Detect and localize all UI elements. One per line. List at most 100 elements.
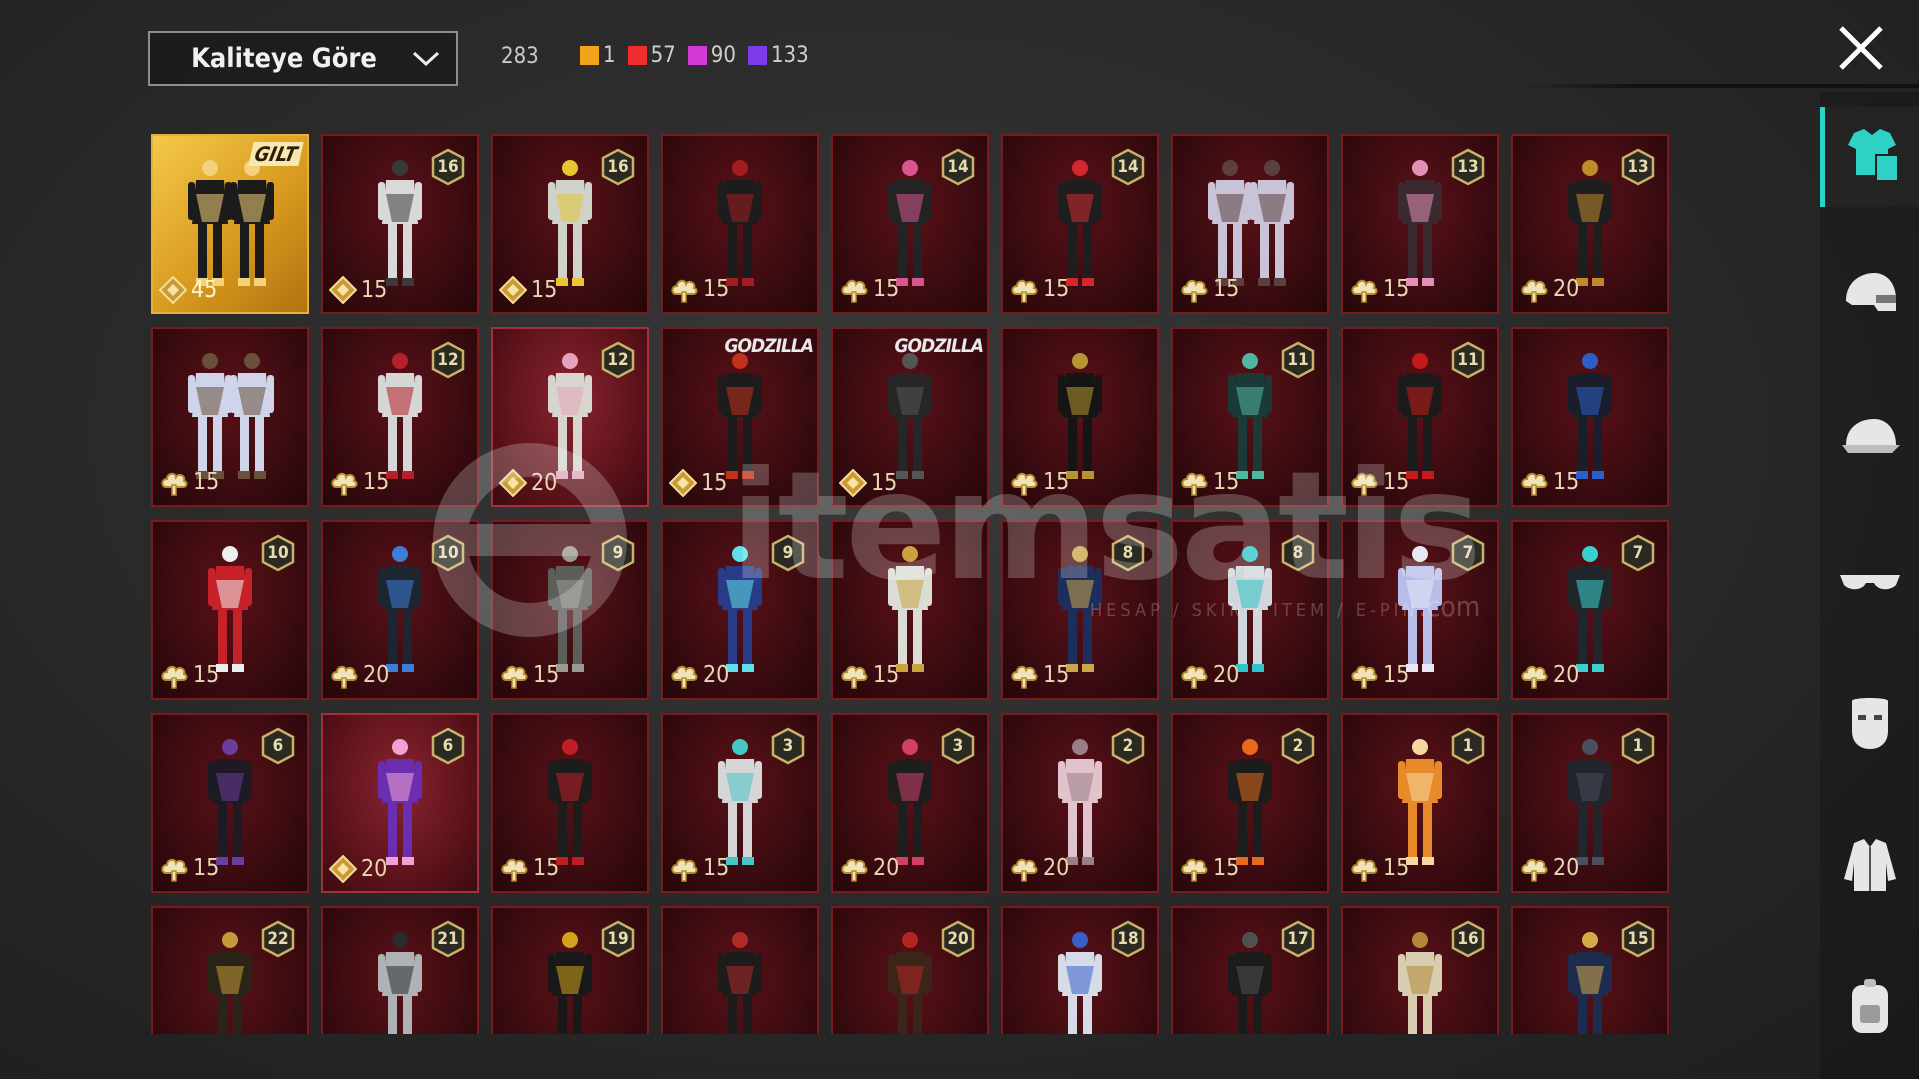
outfit-item-card[interactable]: 10 20: [321, 520, 479, 700]
outfit-item-card[interactable]: 15: [1511, 327, 1669, 507]
outfit-figure: [718, 353, 762, 479]
price: 15: [1179, 467, 1239, 497]
price: 15: [159, 660, 219, 690]
outfit-item-card[interactable]: 11 15: [1341, 327, 1499, 507]
category-tab-cap[interactable]: [1820, 391, 1919, 491]
outfit-item-card[interactable]: 12 20: [491, 327, 649, 507]
price-value: 15: [1043, 276, 1070, 302]
price: 20: [329, 855, 387, 883]
outfit-item-card[interactable]: 18: [1001, 906, 1159, 1034]
uc-cloud-icon: [331, 472, 358, 496]
item-grid: GILT 45 16 15 16 15 15 14 15 14 15 15 13…: [151, 134, 1671, 1034]
category-tab-outfit[interactable]: [1820, 107, 1919, 207]
sort-dropdown[interactable]: Kaliteye Göre: [148, 31, 458, 86]
outfit-item-card[interactable]: 1 20: [1511, 713, 1669, 893]
outfit-figure: [188, 160, 274, 286]
outfit-item-card[interactable]: 7 20: [1511, 520, 1669, 700]
price: 15: [839, 274, 899, 304]
uc-cloud-icon: [501, 665, 528, 689]
outfit-item-card[interactable]: 16: [1341, 906, 1499, 1034]
outfit-item-card[interactable]: 20: [831, 906, 989, 1034]
ag-coin-icon: [329, 276, 357, 304]
outfit-item-card[interactable]: 9 15: [491, 520, 649, 700]
outfit-item-card[interactable]: 15: [1511, 906, 1669, 1034]
category-tab-mask[interactable]: [1820, 675, 1919, 775]
outfit-item-card[interactable]: GODZILLA 15: [661, 327, 819, 507]
close-icon: [1839, 26, 1883, 70]
category-tab-backpack[interactable]: [1820, 959, 1919, 1059]
outfit-item-card[interactable]: 11 15: [1171, 327, 1329, 507]
uc-cloud-icon: [1351, 472, 1378, 496]
collab-label: GODZILLA: [894, 335, 984, 357]
price-value: 20: [361, 856, 388, 882]
outfit-item-card[interactable]: 15: [661, 134, 819, 314]
outfit-item-card[interactable]: 2 15: [1171, 713, 1329, 893]
outfit-item-card[interactable]: 15: [151, 327, 309, 507]
price: 15: [499, 276, 557, 304]
level-value: 9: [782, 543, 794, 563]
uc-cloud-icon: [1181, 858, 1208, 882]
outfit-item-card[interactable]: 17: [1171, 906, 1329, 1034]
uc-cloud-icon: [1521, 279, 1548, 303]
price: 15: [1009, 274, 1069, 304]
outfit-item-card[interactable]: 2 20: [1001, 713, 1159, 893]
uc-cloud-icon: [1181, 472, 1208, 496]
outfit-item-card[interactable]: 6 20: [321, 713, 479, 893]
outfit-item-card[interactable]: 6 15: [151, 713, 309, 893]
price-value: 15: [873, 662, 900, 688]
outfit-item-card[interactable]: GODZILLA 15: [831, 327, 989, 507]
close-button[interactable]: [1835, 22, 1887, 74]
outfit-item-card[interactable]: 22: [151, 906, 309, 1034]
price: 15: [1009, 660, 1069, 690]
outfit-item-card[interactable]: 3 20: [831, 713, 989, 893]
ag-coin-icon: [839, 469, 867, 497]
price-value: 20: [1553, 662, 1580, 688]
outfit-item-card[interactable]: 13 15: [1341, 134, 1499, 314]
outfit-figure: [548, 739, 592, 865]
outfit-item-card[interactable]: 1 15: [1341, 713, 1499, 893]
price-value: 20: [1043, 855, 1070, 881]
outfit-item-card[interactable]: 8 20: [1171, 520, 1329, 700]
outfit-item-card[interactable]: 12 15: [321, 327, 479, 507]
category-tab-glasses[interactable]: [1820, 533, 1919, 633]
outfit-item-card[interactable]: 9 20: [661, 520, 819, 700]
outfit-item-card[interactable]: 15: [491, 713, 649, 893]
category-tab-helmet[interactable]: [1820, 249, 1919, 349]
price: 20: [669, 660, 729, 690]
cap-icon: [1838, 407, 1902, 475]
glasses-icon: [1838, 549, 1902, 617]
outfit-item-card[interactable]: 8 15: [1001, 520, 1159, 700]
uc-cloud-icon: [1521, 472, 1548, 496]
outfit-item-card[interactable]: GILT 45: [151, 134, 309, 314]
outfit-item-card[interactable]: 13 20: [1511, 134, 1669, 314]
level-value: 2: [1292, 736, 1304, 756]
outfit-item-card[interactable]: 15: [1171, 134, 1329, 314]
outfit-item-card[interactable]: 15: [1001, 327, 1159, 507]
price: 15: [499, 660, 559, 690]
price: 20: [1009, 853, 1069, 883]
price: 15: [1009, 467, 1069, 497]
outfit-item-card[interactable]: 10 15: [151, 520, 309, 700]
ag-coin-icon: [329, 855, 357, 883]
price-value: 20: [873, 855, 900, 881]
outfit-item-card[interactable]: 3 15: [661, 713, 819, 893]
uc-cloud-icon: [671, 858, 698, 882]
price: 15: [669, 274, 729, 304]
outfit-item-card[interactable]: 15: [831, 520, 989, 700]
category-tab-jacket[interactable]: [1820, 817, 1919, 917]
outfit-item-card[interactable]: 16 15: [321, 134, 479, 314]
outfit-item-card[interactable]: 19: [491, 906, 649, 1034]
level-value: 9: [612, 543, 624, 563]
outfit-item-card[interactable]: 21: [321, 906, 479, 1034]
outfit-item-card[interactable]: 14 15: [1001, 134, 1159, 314]
price-value: 15: [1383, 276, 1410, 302]
price: 15: [839, 469, 897, 497]
outfit-item-card[interactable]: 16 15: [491, 134, 649, 314]
uc-cloud-icon: [1351, 858, 1378, 882]
price-value: 15: [1383, 662, 1410, 688]
outfit-item-card[interactable]: 7 15: [1341, 520, 1499, 700]
outfit-item-card[interactable]: 14 15: [831, 134, 989, 314]
level-value: 18: [1117, 929, 1139, 949]
uc-cloud-icon: [1521, 665, 1548, 689]
outfit-item-card[interactable]: [661, 906, 819, 1034]
